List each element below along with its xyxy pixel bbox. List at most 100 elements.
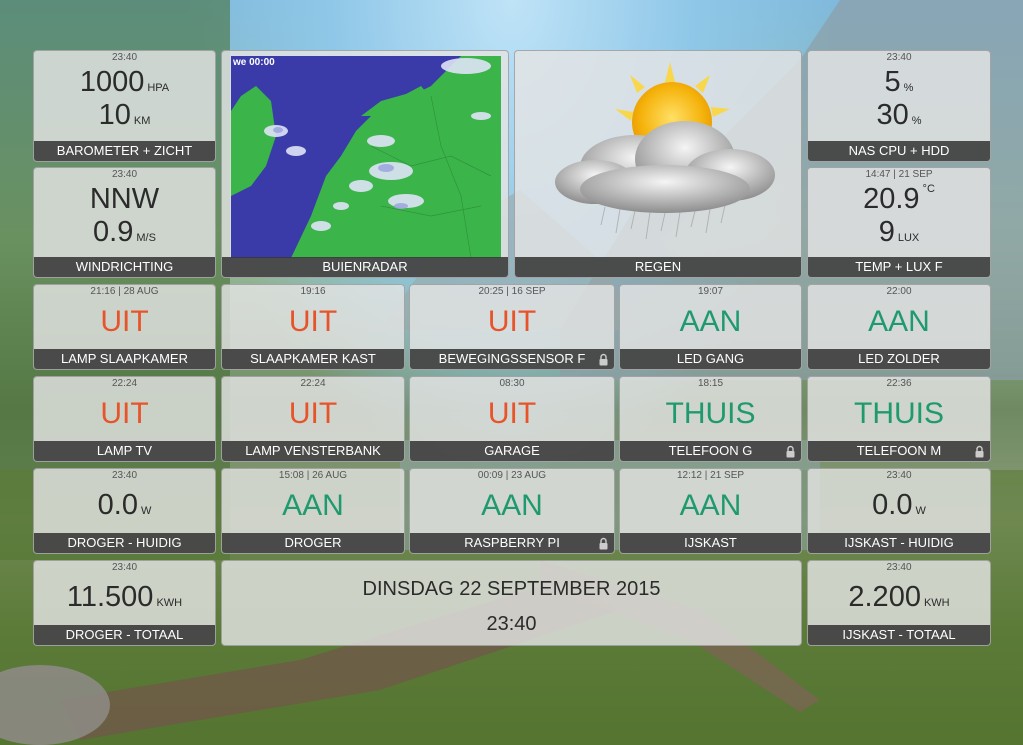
tile-clock: DINSDAG 22 SEPTEMBER 2015 23:40 [221,560,802,646]
tile-label: LAMP TV [34,441,215,461]
tile-nas[interactable]: 23:40 5% 30% NAS CPU + HDD [807,50,991,162]
update-time: 22:24 [300,378,326,389]
tile-led-gang[interactable]: 19:07 AAN LED GANG [619,284,802,370]
update-time: 12:12 | 21 SEP [676,470,745,481]
current-date: DINSDAG 22 SEPTEMBER 2015 [362,578,661,600]
tile-label: SLAAPKAMER KAST [222,349,404,369]
switch-state: UIT [100,305,149,338]
update-time: 23:40 [111,470,138,481]
tile-ijskast-totaal[interactable]: 23:40 2.200 KWH IJSKAST - TOTAAL [807,560,991,646]
update-time: 19:16 [300,286,326,297]
tile-label: TEMP + LUX F [808,257,990,277]
energy-value: 2.200 KWH [848,581,950,613]
update-time: 22:24 [111,378,138,389]
tile-label: DROGER - HUIDIG [34,533,215,553]
update-time: 22:36 [886,378,912,389]
tile-label: TELEFOON G [620,441,801,461]
update-time: 00:09 | 23 AUG [477,470,547,481]
switch-state: UIT [288,397,338,430]
energy-value: 11.500 KWH [66,581,183,613]
lock-icon [599,537,608,550]
switch-state: AAN [282,489,344,522]
switch-state: UIT [288,305,338,338]
update-time: 23:40 [886,470,912,481]
tile-label: DROGER [222,533,404,553]
switch-state: AAN [481,489,543,522]
tile-label: LED GANG [620,349,801,369]
update-time: 15:08 | 26 AUG [278,470,348,481]
tile-label: GARAGE [410,441,614,461]
tile-weather[interactable]: REGEN [514,50,802,278]
tile-droger-totaal[interactable]: 23:40 11.500 KWH DROGER - TOTAAL [33,560,216,646]
wind-direction: NNW [89,183,160,215]
power-value: 0.0 W [97,489,152,521]
pressure-value: 1000 HPA [79,66,170,98]
power-value: 0.0 W [872,489,926,521]
tile-label: IJSKAST - HUIDIG [808,533,990,553]
update-time: 14:47 | 21 SEP [865,169,933,180]
visibility-value: 10 KM [98,99,151,131]
tile-label: IJSKAST [620,533,801,553]
tile-label: NAS CPU + HDD [808,141,990,161]
lux-value: 9 LUX [878,216,920,248]
switch-state: UIT [487,305,537,338]
cpu-value: 5% [884,66,914,98]
presence-state: THUIS [665,397,756,430]
tile-label: BEWEGINGSSENSOR F [410,349,614,369]
tile-label: REGEN [515,257,801,277]
switch-state: AAN [868,305,930,338]
lock-icon [786,445,795,458]
update-time: 22:00 [886,286,912,297]
tile-buienradar[interactable]: we 00:00 BUIENRADAR [221,50,509,278]
tile-label: BAROMETER + ZICHT [34,141,215,161]
wind-speed: 0.9 M/S [93,216,156,248]
current-time: 23:40 [486,613,537,635]
hdd-value: 30% [876,99,922,131]
tile-slaapkamer-kast[interactable]: 19:16 UIT SLAAPKAMER KAST [221,284,405,370]
update-time: 23:40 [886,52,912,63]
switch-state: UIT [100,397,149,430]
tile-label: IJSKAST - TOTAAL [808,625,990,645]
tile-droger-huidig[interactable]: 23:40 0.0 W DROGER - HUIDIG [33,468,216,554]
tile-telefoon-m[interactable]: 22:36 THUIS TELEFOON M [807,376,991,462]
update-time: 23:40 [111,169,138,180]
update-time: 23:40 [111,52,138,63]
temperature-value: 20.9 °C [863,183,935,215]
tile-droger[interactable]: 15:08 | 26 AUG AAN DROGER [221,468,405,554]
tile-barometer[interactable]: 23:40 1000 HPA 10 KM BAROMETER + ZICHT [33,50,216,162]
lock-icon [599,353,608,366]
tile-raspberry-pi[interactable]: 00:09 | 23 AUG AAN RASPBERRY PI [409,468,615,554]
tile-lamp-slaapkamer[interactable]: 21:16 | 28 AUG UIT LAMP SLAAPKAMER [33,284,216,370]
partly-cloudy-rain-icon [555,62,775,240]
radar-timestamp: we 00:00 [233,57,275,68]
tile-bewegingssensor[interactable]: 20:25 | 16 SEP UIT BEWEGINGSSENSOR F [409,284,615,370]
tile-label: BUIENRADAR [222,257,508,277]
update-time: 19:07 [697,286,724,297]
tile-label: TELEFOON M [808,441,990,461]
update-time: 23:40 [111,562,138,573]
update-time: 08:30 [499,378,525,389]
tile-lamp-tv[interactable]: 22:24 UIT LAMP TV [33,376,216,462]
update-time: 20:25 | 16 SEP [478,286,546,297]
tile-telefoon-g[interactable]: 18:15 THUIS TELEFOON G [619,376,802,462]
lock-icon [975,445,984,458]
tile-temp[interactable]: 14:47 | 21 SEP 20.9 °C 9 LUX TEMP + LUX F [807,167,991,278]
tile-lamp-vensterbank[interactable]: 22:24 UIT LAMP VENSTERBANK [221,376,405,462]
presence-state: THUIS [854,397,944,430]
tile-ijskast[interactable]: 12:12 | 21 SEP AAN IJSKAST [619,468,802,554]
update-time: 21:16 | 28 AUG [90,286,159,297]
tile-label: DROGER - TOTAAL [34,625,215,645]
tile-label: WINDRICHTING [34,257,215,277]
switch-state: AAN [679,305,742,338]
rain-radar-map [231,56,501,258]
update-time: 23:40 [886,562,912,573]
tile-wind[interactable]: 23:40 NNW 0.9 M/S WINDRICHTING [33,167,216,278]
tile-garage[interactable]: 08:30 UIT GARAGE [409,376,615,462]
tile-led-zolder[interactable]: 22:00 AAN LED ZOLDER [807,284,991,370]
tile-label: LAMP VENSTERBANK [222,441,404,461]
switch-state: AAN [679,489,742,522]
switch-state: UIT [487,397,537,430]
update-time: 18:15 [697,378,724,389]
tile-ijskast-huidig[interactable]: 23:40 0.0 W IJSKAST - HUIDIG [807,468,991,554]
tile-label: LAMP SLAAPKAMER [34,349,215,369]
